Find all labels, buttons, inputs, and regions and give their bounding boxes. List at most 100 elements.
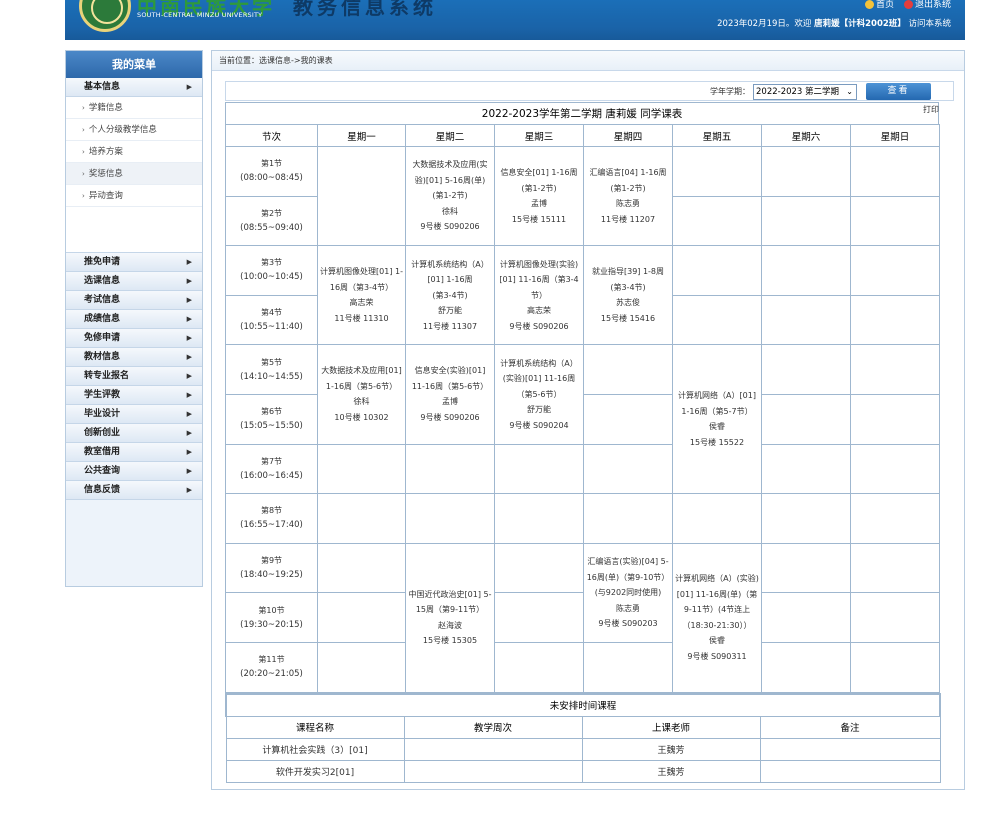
caret-right-icon: ▶: [186, 83, 192, 91]
period-cell: 第6节 (15:05~15:50): [225, 393, 318, 445]
menu-cat[interactable]: 免修申请 ▶: [66, 329, 202, 348]
bullet-icon: ›: [82, 192, 85, 200]
empty-cell: [850, 146, 940, 197]
column-header: 备注: [759, 715, 941, 739]
period-cell: 第3节 (10:00~10:45): [225, 245, 318, 296]
menu-sub-item[interactable]: › 个人分级教学信息: [66, 119, 202, 141]
course-cell[interactable]: 信息安全(实验)[01] 11-16周（第5-6节） 孟博 9号楼 S090206: [405, 344, 495, 445]
top-links: 首页 退出系统: [864, 0, 951, 10]
course-cell[interactable]: 计算机系统结构（A）(实验)[01] 11-16周（第5-6节） 舒万能 9号楼 S…: [494, 344, 584, 445]
empty-cell: [405, 493, 495, 544]
menu-cat[interactable]: 毕业设计 ▶: [66, 405, 202, 424]
course-cell[interactable]: 大数据技术及应用(实验)[01] 5-16周(单) (第1-2节) 徐科 9号楼 S0…: [405, 145, 495, 247]
schedule-title: 2022-2023学年第二学期 唐莉媛 同学课表: [225, 102, 939, 124]
empty-cell: [672, 195, 762, 247]
system-title: 教务信息系统: [293, 0, 437, 19]
top-banner: 中南民族大学 SOUTH-CENTRAL MINZU UNIVERSITY 教务…: [65, 0, 965, 40]
course-cell[interactable]: 信息安全[01] 1-16周 (第1-2节) 孟博 15号楼 15111: [494, 145, 584, 247]
empty-cell: [494, 641, 584, 693]
course-note: [759, 759, 941, 783]
view-button[interactable]: 查看: [866, 83, 931, 100]
course-teacher: 王魏芳: [581, 759, 761, 783]
course-name: 软件开发实习2[01]: [225, 759, 405, 783]
menu-cat-basic[interactable]: 基本信息 ▶: [66, 78, 202, 97]
table-row: 第8节 (16:55~17:40): [225, 493, 940, 544]
bullet-icon: ›: [82, 170, 85, 178]
course-cell[interactable]: 计算机系统结构（A）[01] 1-16周 (第3-4节) 舒万能 11号楼 11307: [405, 245, 495, 346]
menu-sub-item[interactable]: › 学籍信息: [66, 97, 202, 119]
table-row: 第11节 (20:20~21:05): [225, 641, 940, 693]
empty-cell: [317, 542, 406, 594]
empty-cell: [583, 641, 673, 693]
table-header-row: 课程名称 教学周次 上课老师 备注: [225, 715, 941, 739]
period-cell: 第4节 (10:55~11:40): [225, 294, 318, 346]
table-row: 软件开发实习2[01] 王魏芳: [225, 759, 941, 783]
bullet-icon: ›: [82, 148, 85, 156]
course-cell[interactable]: 汇编语言[04] 1-16周 (第1-2节) 陈志勇 11号楼 11207: [583, 145, 673, 247]
course-cell[interactable]: 大数据技术及应用[01] 1-16周（第5-6节） 徐科 10号楼 10302: [317, 344, 406, 445]
table-row: 第7节 (16:00~16:45): [225, 443, 940, 495]
term-select[interactable]: 2022-2023 第二学期 ⌄: [753, 84, 857, 100]
print-link[interactable]: 打印: [923, 104, 939, 115]
course-cell[interactable]: 汇编语言(实验)[04] 5-16周(单)（第9-10节）(与9202同时使用)…: [583, 542, 673, 643]
empty-cell: [761, 294, 851, 346]
empty-cell: [494, 592, 584, 643]
empty-cell: [672, 493, 762, 544]
course-cell[interactable]: 计算机图像处理(实验)[01] 11-16周（第3-4节） 高志荣 9号楼 S090…: [494, 245, 584, 346]
course-cell[interactable]: 计算机网络（A）(实验)[01] 11-16周(单)（第9-11节）(4节连上（…: [672, 542, 762, 693]
empty-cell: [494, 443, 584, 495]
empty-cell: [761, 592, 851, 643]
caret-right-icon: ▶: [186, 410, 192, 418]
menu-cat[interactable]: 信息反馈 ▶: [66, 481, 202, 500]
empty-cell: [672, 245, 762, 296]
table-row: 第9节 (18:40~19:25) 中国近代政治史[01] 5-15周（第9-11…: [225, 542, 940, 693]
empty-cell: [850, 245, 940, 296]
table-row: 第5节 (14:10~14:55) 大数据技术及应用[01] 1-16周（第5-6…: [225, 344, 940, 495]
menu-cat[interactable]: 选课信息 ▶: [66, 272, 202, 291]
menu-cat[interactable]: 学生评教 ▶: [66, 386, 202, 405]
caret-right-icon: ▶: [186, 486, 192, 494]
menu-cat[interactable]: 推免申请 ▶: [66, 253, 202, 272]
empty-cell: [761, 493, 851, 544]
home-link[interactable]: 首页: [864, 0, 894, 10]
period-cell: 第10节 (19:30~20:15): [225, 592, 318, 643]
column-header: 星期六: [761, 124, 851, 147]
empty-cell: [761, 195, 851, 247]
empty-cell: [494, 493, 584, 544]
empty-cell: [850, 195, 940, 247]
menu-sub-item[interactable]: › 异动查询: [66, 185, 202, 207]
university-logo-icon: [79, 0, 131, 32]
menu-cat[interactable]: 成绩信息 ▶: [66, 310, 202, 329]
menu-cat[interactable]: 教室借用 ▶: [66, 443, 202, 462]
column-header: 节次: [225, 124, 318, 147]
empty-cell: [850, 344, 940, 395]
logout-link[interactable]: 退出系统: [903, 0, 951, 10]
menu-sub-item[interactable]: › 奖惩信息: [66, 163, 202, 185]
course-cell[interactable]: 就业指导[39] 1-8周 (第3-4节) 苏志俊 15号楼 15416: [583, 245, 673, 346]
caret-right-icon: ▶: [186, 296, 192, 304]
table-row: 第3节 (10:00~10:45) 计算机图像处理[01] 1-16周（第3-4节…: [225, 245, 940, 346]
menu-cat[interactable]: 公共查询 ▶: [66, 462, 202, 481]
menu-cat[interactable]: 转专业报名 ▶: [66, 367, 202, 386]
course-cell[interactable]: 计算机图像处理[01] 1-16周（第3-4节） 高志荣 11号楼 11310: [317, 245, 406, 346]
empty-cell: [761, 542, 851, 594]
empty-cell: [850, 493, 940, 544]
empty-cell: [494, 542, 584, 594]
table-row: 第1节 (08:00~08:45) 大数据技术及应用(实验)[01] 5-16周(…: [225, 145, 940, 247]
menu-sub-item[interactable]: › 培养方案: [66, 141, 202, 163]
empty-cell: [672, 146, 762, 197]
empty-cell: [317, 592, 406, 643]
menu-cat[interactable]: 创新创业 ▶: [66, 424, 202, 443]
empty-cell: [761, 641, 851, 693]
caret-right-icon: ▶: [186, 391, 192, 399]
course-cell[interactable]: 中国近代政治史[01] 5-15周（第9-11节） 赵海波 15号楼 15305: [405, 542, 495, 693]
caret-right-icon: ▶: [186, 258, 192, 266]
course-cell[interactable]: 计算机网络（A）[01] 1-16周（第5-7节） 侯睿 15号楼 15522: [672, 344, 762, 495]
caret-right-icon: ▶: [186, 334, 192, 342]
timetable: 节次 星期一 星期二 星期三 星期四 星期五 星期六 星期日 第1节 (08:00…: [225, 124, 940, 693]
column-header: 星期四: [583, 124, 673, 147]
menu-cat[interactable]: 考试信息 ▶: [66, 291, 202, 310]
empty-cell: [317, 443, 406, 495]
menu-cat[interactable]: 教材信息 ▶: [66, 348, 202, 367]
column-header: 星期二: [405, 124, 495, 147]
